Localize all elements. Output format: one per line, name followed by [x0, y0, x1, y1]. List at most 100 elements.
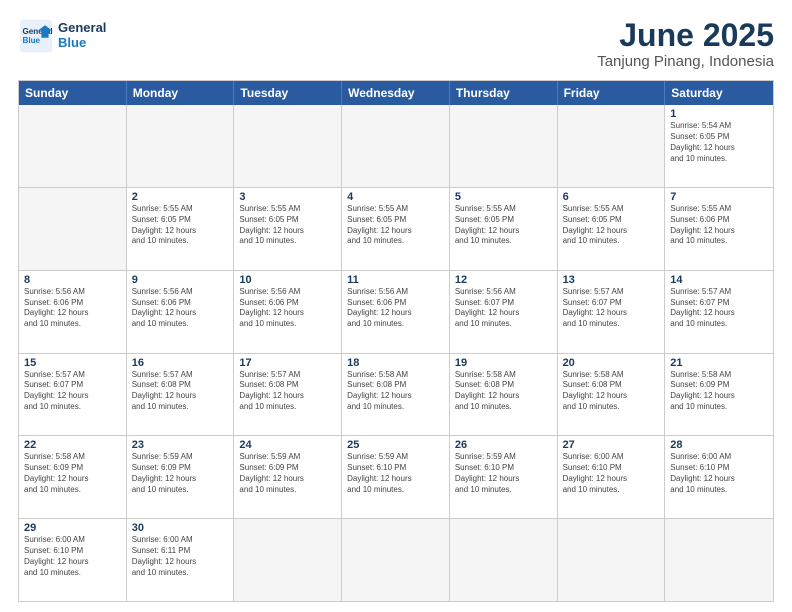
empty-cell [19, 105, 127, 187]
day-number: 29 [24, 522, 121, 534]
day-cell-6: 6Sunrise: 5:55 AM Sunset: 6:05 PM Daylig… [558, 188, 666, 270]
empty-cell [342, 105, 450, 187]
empty-cell [450, 519, 558, 601]
page: General Blue General Blue June 2025 Tanj… [0, 0, 792, 612]
day-number: 27 [563, 439, 660, 451]
calendar-row-6: 29Sunrise: 6:00 AM Sunset: 6:10 PM Dayli… [19, 518, 773, 601]
calendar-body: 1Sunrise: 5:54 AM Sunset: 6:05 PM Daylig… [19, 105, 773, 601]
day-cell-22: 22Sunrise: 5:58 AM Sunset: 6:09 PM Dayli… [19, 436, 127, 518]
calendar: SundayMondayTuesdayWednesdayThursdayFrid… [18, 80, 774, 602]
header: General Blue General Blue June 2025 Tanj… [18, 18, 774, 70]
day-cell-7: 7Sunrise: 5:55 AM Sunset: 6:06 PM Daylig… [665, 188, 773, 270]
calendar-row-4: 15Sunrise: 5:57 AM Sunset: 6:07 PM Dayli… [19, 353, 773, 436]
day-info: Sunrise: 5:59 AM Sunset: 6:10 PM Dayligh… [455, 452, 552, 495]
day-info: Sunrise: 5:58 AM Sunset: 6:08 PM Dayligh… [455, 370, 552, 413]
empty-cell [234, 105, 342, 187]
empty-cell [234, 519, 342, 601]
empty-cell [127, 105, 235, 187]
day-cell-27: 27Sunrise: 6:00 AM Sunset: 6:10 PM Dayli… [558, 436, 666, 518]
day-cell-15: 15Sunrise: 5:57 AM Sunset: 6:07 PM Dayli… [19, 354, 127, 436]
day-number: 9 [132, 274, 229, 286]
day-cell-19: 19Sunrise: 5:58 AM Sunset: 6:08 PM Dayli… [450, 354, 558, 436]
day-number: 24 [239, 439, 336, 451]
day-cell-16: 16Sunrise: 5:57 AM Sunset: 6:08 PM Dayli… [127, 354, 235, 436]
day-info: Sunrise: 5:58 AM Sunset: 6:08 PM Dayligh… [347, 370, 444, 413]
day-header-sunday: Sunday [19, 81, 127, 105]
day-cell-3: 3Sunrise: 5:55 AM Sunset: 6:05 PM Daylig… [234, 188, 342, 270]
day-info: Sunrise: 5:56 AM Sunset: 6:06 PM Dayligh… [239, 287, 336, 330]
day-info: Sunrise: 5:56 AM Sunset: 6:07 PM Dayligh… [455, 287, 552, 330]
day-header-thursday: Thursday [450, 81, 558, 105]
day-cell-10: 10Sunrise: 5:56 AM Sunset: 6:06 PM Dayli… [234, 271, 342, 353]
day-cell-5: 5Sunrise: 5:55 AM Sunset: 6:05 PM Daylig… [450, 188, 558, 270]
day-number: 3 [239, 191, 336, 203]
day-header-monday: Monday [127, 81, 235, 105]
day-number: 22 [24, 439, 121, 451]
empty-cell [450, 105, 558, 187]
day-number: 30 [132, 522, 229, 534]
day-info: Sunrise: 5:56 AM Sunset: 6:06 PM Dayligh… [24, 287, 121, 330]
calendar-row-1: 1Sunrise: 5:54 AM Sunset: 6:05 PM Daylig… [19, 105, 773, 187]
empty-cell [558, 519, 666, 601]
day-cell-26: 26Sunrise: 5:59 AM Sunset: 6:10 PM Dayli… [450, 436, 558, 518]
day-info: Sunrise: 5:55 AM Sunset: 6:05 PM Dayligh… [239, 204, 336, 247]
calendar-row-5: 22Sunrise: 5:58 AM Sunset: 6:09 PM Dayli… [19, 435, 773, 518]
calendar-row-3: 8Sunrise: 5:56 AM Sunset: 6:06 PM Daylig… [19, 270, 773, 353]
day-cell-20: 20Sunrise: 5:58 AM Sunset: 6:08 PM Dayli… [558, 354, 666, 436]
day-cell-4: 4Sunrise: 5:55 AM Sunset: 6:05 PM Daylig… [342, 188, 450, 270]
day-number: 19 [455, 357, 552, 369]
day-number: 18 [347, 357, 444, 369]
day-number: 25 [347, 439, 444, 451]
logo: General Blue General Blue [18, 18, 106, 54]
day-info: Sunrise: 6:00 AM Sunset: 6:10 PM Dayligh… [563, 452, 660, 495]
day-cell-28: 28Sunrise: 6:00 AM Sunset: 6:10 PM Dayli… [665, 436, 773, 518]
day-info: Sunrise: 5:59 AM Sunset: 6:09 PM Dayligh… [132, 452, 229, 495]
month-title: June 2025 [597, 18, 774, 53]
day-cell-2: 2Sunrise: 5:55 AM Sunset: 6:05 PM Daylig… [127, 188, 235, 270]
day-info: Sunrise: 5:58 AM Sunset: 6:09 PM Dayligh… [24, 452, 121, 495]
day-info: Sunrise: 5:55 AM Sunset: 6:06 PM Dayligh… [670, 204, 768, 247]
day-number: 10 [239, 274, 336, 286]
day-number: 4 [347, 191, 444, 203]
empty-cell [665, 519, 773, 601]
svg-text:Blue: Blue [23, 36, 41, 45]
day-info: Sunrise: 5:58 AM Sunset: 6:08 PM Dayligh… [563, 370, 660, 413]
day-cell-14: 14Sunrise: 5:57 AM Sunset: 6:07 PM Dayli… [665, 271, 773, 353]
day-number: 6 [563, 191, 660, 203]
day-cell-9: 9Sunrise: 5:56 AM Sunset: 6:06 PM Daylig… [127, 271, 235, 353]
day-info: Sunrise: 5:57 AM Sunset: 6:07 PM Dayligh… [670, 287, 768, 330]
day-number: 28 [670, 439, 768, 451]
day-header-wednesday: Wednesday [342, 81, 450, 105]
day-info: Sunrise: 5:56 AM Sunset: 6:06 PM Dayligh… [347, 287, 444, 330]
location: Tanjung Pinang, Indonesia [597, 53, 774, 70]
day-number: 12 [455, 274, 552, 286]
day-cell-25: 25Sunrise: 5:59 AM Sunset: 6:10 PM Dayli… [342, 436, 450, 518]
day-number: 26 [455, 439, 552, 451]
title-block: June 2025 Tanjung Pinang, Indonesia [597, 18, 774, 70]
day-info: Sunrise: 5:57 AM Sunset: 6:07 PM Dayligh… [24, 370, 121, 413]
day-cell-17: 17Sunrise: 5:57 AM Sunset: 6:08 PM Dayli… [234, 354, 342, 436]
day-info: Sunrise: 5:57 AM Sunset: 6:07 PM Dayligh… [563, 287, 660, 330]
day-header-tuesday: Tuesday [234, 81, 342, 105]
day-info: Sunrise: 5:57 AM Sunset: 6:08 PM Dayligh… [239, 370, 336, 413]
day-cell-13: 13Sunrise: 5:57 AM Sunset: 6:07 PM Dayli… [558, 271, 666, 353]
day-cell-11: 11Sunrise: 5:56 AM Sunset: 6:06 PM Dayli… [342, 271, 450, 353]
day-number: 7 [670, 191, 768, 203]
empty-cell [342, 519, 450, 601]
day-number: 5 [455, 191, 552, 203]
day-number: 20 [563, 357, 660, 369]
day-cell-21: 21Sunrise: 5:58 AM Sunset: 6:09 PM Dayli… [665, 354, 773, 436]
day-info: Sunrise: 5:55 AM Sunset: 6:05 PM Dayligh… [347, 204, 444, 247]
day-header-saturday: Saturday [665, 81, 773, 105]
day-header-friday: Friday [558, 81, 666, 105]
day-info: Sunrise: 6:00 AM Sunset: 6:10 PM Dayligh… [24, 535, 121, 578]
day-number: 13 [563, 274, 660, 286]
day-info: Sunrise: 5:58 AM Sunset: 6:09 PM Dayligh… [670, 370, 768, 413]
empty-cell [558, 105, 666, 187]
day-info: Sunrise: 5:55 AM Sunset: 6:05 PM Dayligh… [455, 204, 552, 247]
day-cell-29: 29Sunrise: 6:00 AM Sunset: 6:10 PM Dayli… [19, 519, 127, 601]
empty-cell [19, 188, 127, 270]
day-cell-1: 1Sunrise: 5:54 AM Sunset: 6:05 PM Daylig… [665, 105, 773, 187]
day-cell-24: 24Sunrise: 5:59 AM Sunset: 6:09 PM Dayli… [234, 436, 342, 518]
day-info: Sunrise: 5:59 AM Sunset: 6:10 PM Dayligh… [347, 452, 444, 495]
